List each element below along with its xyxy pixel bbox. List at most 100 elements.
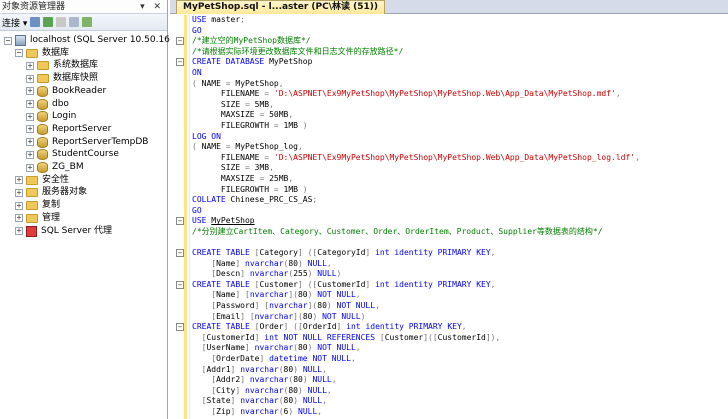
- stop-icon[interactable]: [56, 17, 67, 27]
- expand-icon[interactable]: +: [15, 201, 23, 210]
- code-line: GO: [192, 26, 728, 37]
- expand-icon[interactable]: +: [26, 74, 34, 83]
- tree-node[interactable]: + BookReader: [26, 85, 106, 98]
- code-token: ,: [288, 173, 294, 183]
- code-token: ]),: [485, 332, 501, 342]
- tree-node[interactable]: + SQL Server 代理: [15, 225, 112, 238]
- code-line: SIZE = 3MB,: [192, 163, 728, 174]
- expand-icon[interactable]: +: [15, 227, 23, 235]
- fold-toggle-icon[interactable]: −: [176, 249, 184, 258]
- expand-icon[interactable]: +: [26, 100, 34, 108]
- expand-icon[interactable]: +: [26, 150, 34, 159]
- code-token: State: [206, 396, 231, 406]
- code-token: MyPetShop: [211, 216, 255, 226]
- code-token: nvarchar: [245, 385, 284, 395]
- tree-node-label: SQL Server 代理: [41, 225, 113, 236]
- tab-mypetshop-sql[interactable]: MyPetShop.sql - l...aster (PC\林读 (51)): [176, 0, 385, 14]
- filter-icon[interactable]: [69, 17, 80, 27]
- code-token: Name: [216, 258, 236, 268]
- code-token: ;: [240, 15, 245, 24]
- code-token: [: [192, 311, 217, 321]
- tree-node[interactable]: − 数据库: [15, 47, 69, 60]
- code-token: ,: [326, 385, 332, 395]
- tree-node[interactable]: + 复制: [15, 199, 60, 212]
- code-token: ]: [240, 269, 250, 279]
- object-explorer-toolbar: 连接 ▾: [0, 14, 167, 31]
- code-token: ,: [461, 322, 467, 332]
- code-token: ]: [365, 248, 376, 258]
- code-token: ]: [230, 406, 241, 416]
- connect-db-icon[interactable]: [30, 17, 41, 27]
- expand-icon[interactable]: +: [26, 87, 34, 96]
- tree-node[interactable]: + 安全性: [15, 174, 69, 187]
- expand-icon[interactable]: +: [26, 125, 34, 134]
- code-token: NOT NULL: [317, 343, 356, 353]
- fold-toggle-icon[interactable]: −: [176, 37, 184, 46]
- code-token: Category: [259, 248, 298, 258]
- code-token: [: [192, 343, 207, 353]
- expand-icon[interactable]: +: [26, 163, 34, 172]
- database-icon: [37, 149, 48, 161]
- database-icon: [37, 85, 48, 97]
- code-line: FILEGROWTH = 1MB ): [192, 185, 728, 196]
- database-icon: [37, 136, 48, 148]
- code-token: [: [192, 332, 207, 342]
- tree-node[interactable]: + 管理: [15, 212, 60, 225]
- code-token: ,: [350, 354, 356, 363]
- code-token: ] [: [254, 301, 270, 311]
- code-line: GO: [192, 206, 728, 217]
- code-token: Descn: [216, 269, 241, 279]
- sql-code-area[interactable]: USE master; GO −/*建立空的MyPetShop数据库*//*请根据实…: [176, 15, 728, 418]
- code-token: 5MB: [254, 99, 270, 109]
- code-token: ): [307, 269, 318, 279]
- code-token: =: [273, 184, 284, 194]
- code-token: ): [298, 385, 308, 395]
- expand-icon[interactable]: +: [26, 138, 34, 147]
- expand-icon[interactable]: +: [15, 214, 23, 223]
- code-token: ]: [259, 354, 270, 363]
- expand-icon[interactable]: +: [26, 112, 34, 121]
- code-token: 1MB: [283, 120, 303, 130]
- code-line: /*分别建立CartItem、Category、Customer、Order、O…: [192, 227, 728, 238]
- tree-node-label: Login: [52, 111, 77, 122]
- collapse-icon[interactable]: −: [15, 49, 23, 58]
- fold-toggle-icon[interactable]: −: [176, 280, 184, 289]
- tree-node[interactable]: + ReportServerTempDB: [26, 136, 148, 149]
- code-token: nvarchar: [249, 269, 289, 279]
- tree-node[interactable]: + dbo: [26, 98, 69, 111]
- tree-node[interactable]: + ZG_BM: [26, 161, 84, 174]
- tree-node[interactable]: + 系统数据库: [26, 59, 98, 72]
- connect-button[interactable]: 连接 ▾: [2, 16, 27, 29]
- fold-toggle-icon[interactable]: −: [176, 217, 184, 226]
- code-token: Password: [216, 301, 255, 311]
- code-token: ,: [288, 110, 294, 120]
- collapse-icon[interactable]: −: [4, 36, 12, 45]
- tree-node[interactable]: + Login: [26, 110, 76, 123]
- code-token: ,: [355, 290, 361, 300]
- code-line: [Email] [nvarchar](80) NOT NULL): [192, 312, 728, 323]
- fold-toggle-icon[interactable]: −: [176, 323, 184, 332]
- expand-icon[interactable]: +: [26, 61, 34, 70]
- tree-node[interactable]: + 数据库快照: [26, 72, 98, 85]
- code-token: ,: [615, 89, 621, 99]
- database-icon: [37, 123, 48, 135]
- code-token: =: [264, 152, 274, 162]
- code-token: 50MB: [269, 110, 289, 120]
- fold-toggle-icon[interactable]: −: [176, 58, 184, 67]
- panel-pin-close-icons[interactable]: ▾ ✕: [140, 0, 164, 14]
- tree-node-label: 数据库: [42, 47, 70, 58]
- refresh-icon[interactable]: [82, 17, 93, 27]
- expand-icon[interactable]: +: [15, 188, 23, 197]
- tree-node[interactable]: + ReportServer: [26, 123, 111, 136]
- code-token: nvarchar: [254, 311, 294, 321]
- tree-node[interactable]: + 服务器对象: [15, 186, 87, 199]
- disconnect-icon[interactable]: [43, 17, 54, 27]
- code-token: 80: [288, 385, 298, 395]
- code-token: ] [: [240, 311, 255, 321]
- code-token: ]: [244, 343, 255, 353]
- code-token: NULL: [307, 385, 327, 395]
- code-token: =: [259, 110, 270, 120]
- tree-node[interactable]: + StudentCourse: [26, 148, 119, 161]
- expand-icon[interactable]: +: [15, 176, 23, 185]
